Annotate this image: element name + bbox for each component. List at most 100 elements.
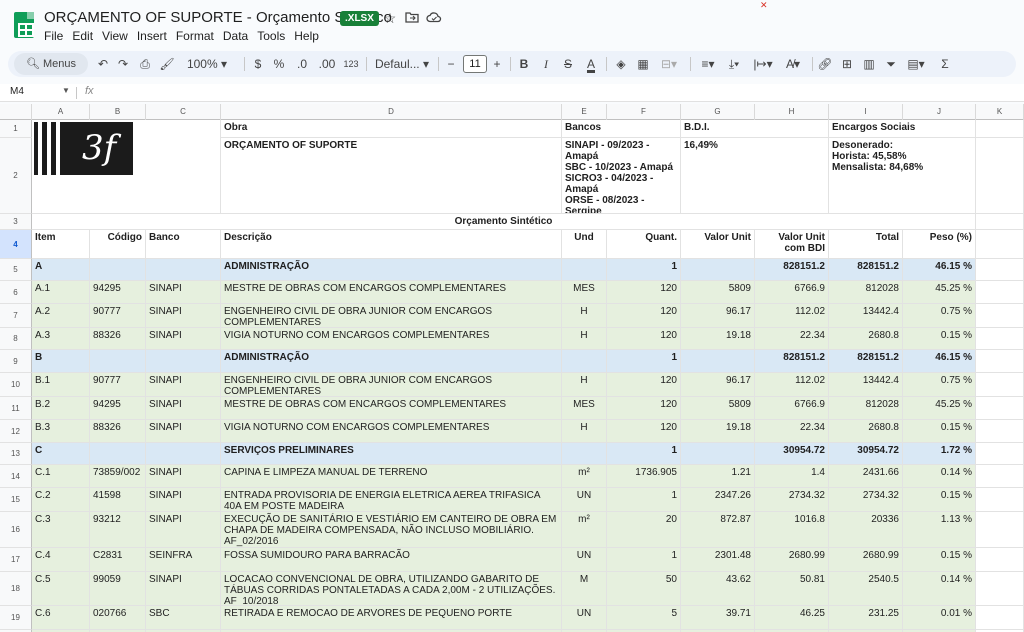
encargos-label[interactable]: Encargos Sociais [829,120,976,138]
cell-quant[interactable]: 1 [607,443,681,465]
cell-total[interactable]: 812028 [829,397,903,420]
column-header-d[interactable]: D [221,104,562,120]
cell-banco[interactable]: SBC [146,606,221,630]
insert-chart-icon[interactable]: ▥ [860,51,878,77]
row-header-3[interactable]: 3 [0,214,32,230]
cell-valor-bdi[interactable]: 46.25 [755,606,829,630]
cell-peso[interactable]: 0.15 % [903,420,976,443]
cell-item[interactable]: C.2 [32,488,90,512]
row-header-13[interactable]: 13 [0,443,32,465]
cell-codigo[interactable]: 41598 [90,488,146,512]
increase-decimal-button[interactable]: .00 [316,51,338,77]
cell-codigo[interactable] [90,443,146,465]
select-all-corner[interactable] [0,104,32,120]
cell-banco[interactable]: SINAPI [146,373,221,397]
cell-total[interactable]: 13442.4 [829,304,903,328]
cell-quant[interactable]: 20 [607,512,681,548]
cell-banco[interactable]: SEINFRA [146,548,221,572]
strikethrough-icon[interactable]: S [560,51,576,77]
zoom-select[interactable]: 100% ▾ [184,51,230,77]
cell-valor-unit[interactable]: 872.87 [681,512,755,548]
cell-item[interactable]: C [32,443,90,465]
borders-icon[interactable]: ▦ [634,51,652,77]
cell-total[interactable]: 2540.5 [829,572,903,606]
cell-item[interactable]: C.5 [32,572,90,606]
cell-peso[interactable]: 45.25 % [903,281,976,304]
cell-total[interactable]: 812028 [829,281,903,304]
italic-button[interactable]: I [538,51,554,77]
cell-peso[interactable]: 0.75 % [903,373,976,397]
column-header-a[interactable]: A [32,104,90,120]
filter-icon[interactable]: ⏷ [882,51,900,77]
cell-item[interactable]: B.3 [32,420,90,443]
cell-valor-bdi[interactable]: 112.02 [755,304,829,328]
cell-valor-unit[interactable]: 39.71 [681,606,755,630]
cell-codigo[interactable] [90,259,146,281]
cell-quant[interactable]: 120 [607,281,681,304]
empty-cell[interactable] [976,281,1024,304]
cell-quant[interactable]: 1 [607,488,681,512]
cell-total[interactable]: 2680.99 [829,548,903,572]
cell-valor-bdi[interactable]: 30954.72 [755,443,829,465]
cell-und[interactable]: H [562,328,607,350]
insert-link-icon[interactable]: 🔗︎ [816,51,834,77]
menu-format[interactable]: Format [176,29,220,43]
redo-icon[interactable]: ↷ [114,51,132,77]
cell-codigo[interactable]: 94295 [90,281,146,304]
empty-cell[interactable] [976,443,1024,465]
insert-comment-icon[interactable]: ⊞ [838,51,856,77]
empty-cell[interactable] [976,488,1024,512]
horizontal-align-icon[interactable]: ≡▾ [696,51,720,77]
cell-descricao[interactable]: LOCACAO CONVENCIONAL DE OBRA, UTILIZANDO… [221,572,562,606]
bdi-value[interactable]: 16,49% [681,138,829,214]
column-header-f[interactable]: F [607,104,681,120]
cell-descricao[interactable]: ENGENHEIRO CIVIL DE OBRA JUNIOR COM ENCA… [221,304,562,328]
cell-banco[interactable]: SINAPI [146,281,221,304]
more-formats-button[interactable]: 123 [342,51,360,77]
cell-peso[interactable]: 0.15 % [903,548,976,572]
cell-und[interactable]: H [562,304,607,328]
menu-view[interactable]: View [102,29,134,43]
cell-descricao[interactable]: VIGIA NOTURNO COM ENCARGOS COMPLEMENTARE… [221,328,562,350]
percent-format-button[interactable]: % [271,51,287,77]
row-header-2[interactable]: 2 [0,138,32,214]
empty-cell[interactable] [976,548,1024,572]
header-descricao[interactable]: Descrição [221,230,562,259]
header-quant[interactable]: Quant. [607,230,681,259]
cell-codigo[interactable]: 73859/002 [90,465,146,488]
cell-peso[interactable]: 0.15 % [903,328,976,350]
empty-cell[interactable] [976,420,1024,443]
cell-item[interactable]: A.2 [32,304,90,328]
cell-valor-bdi[interactable]: 828151.2 [755,259,829,281]
cell-valor-bdi[interactable]: 6766.9 [755,281,829,304]
cell-banco[interactable]: SINAPI [146,304,221,328]
cell-valor-bdi[interactable]: 828151.2 [755,350,829,373]
cell-total[interactable]: 2734.32 [829,488,903,512]
cell-und[interactable]: m² [562,512,607,548]
cell-total[interactable]: 20336 [829,512,903,548]
currency-format-button[interactable]: $ [250,51,266,77]
cell-total[interactable]: 231.25 [829,606,903,630]
filter-views-icon[interactable]: ▤▾ [904,51,928,77]
merge-cells-icon[interactable]: ⊟▾ [658,51,680,77]
row-header-12[interactable]: 12 [0,420,32,443]
row-header-14[interactable]: 14 [0,465,32,488]
row-header-18[interactable]: 18 [0,572,32,606]
text-color-button[interactable]: A [582,51,600,77]
cell-und[interactable]: H [562,420,607,443]
cell-quant[interactable]: 120 [607,397,681,420]
cell-und[interactable] [562,443,607,465]
decrease-decimal-button[interactable]: .0 [292,51,312,77]
header-peso[interactable]: Peso (%) [903,230,976,259]
column-header-b[interactable]: B [90,104,146,120]
column-header-c[interactable]: C [146,104,221,120]
cell-valor-unit[interactable]: 5809 [681,281,755,304]
cell-und[interactable]: MES [562,397,607,420]
cell-quant[interactable]: 1 [607,259,681,281]
header-und[interactable]: Und [562,230,607,259]
empty-cell[interactable] [976,120,1024,138]
cell-codigo[interactable]: 88326 [90,420,146,443]
column-header-g[interactable]: G [681,104,755,120]
empty-cell[interactable] [976,572,1024,606]
cell-valor-unit[interactable] [681,443,755,465]
